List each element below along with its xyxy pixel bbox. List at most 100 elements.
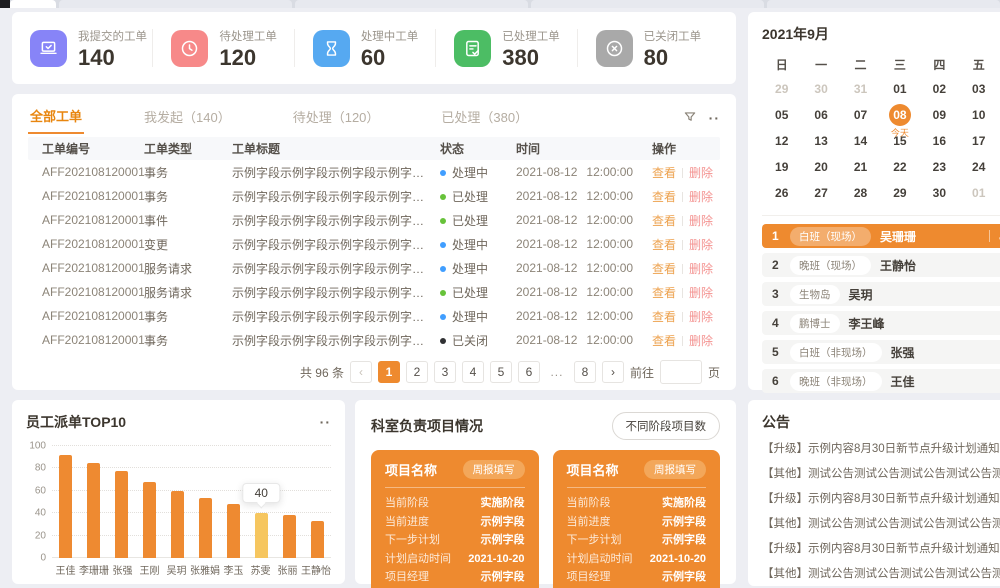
browser-tab[interactable]: [531, 0, 764, 8]
page-button[interactable]: 2: [406, 361, 428, 383]
calendar-day[interactable]: 01: [959, 180, 998, 206]
calendar-day[interactable]: 06: [801, 102, 840, 128]
bar[interactable]: [171, 491, 184, 558]
goto-page-input[interactable]: [660, 360, 702, 384]
shift-row[interactable]: 1白班（现场）吴珊珊: [762, 224, 1000, 248]
more-icon[interactable]: ··: [709, 111, 720, 125]
bar[interactable]: [59, 455, 72, 558]
browser-tab[interactable]: [59, 0, 292, 8]
page-button[interactable]: 8: [574, 361, 596, 383]
next-page-button[interactable]: ›: [602, 361, 624, 383]
view-link[interactable]: 查看: [652, 334, 676, 348]
calendar-day[interactable]: 24: [959, 154, 998, 180]
calendar-day[interactable]: 30: [920, 180, 959, 206]
order-type: 事务: [140, 188, 228, 205]
calendar-day[interactable]: 29: [762, 76, 801, 102]
shift-row[interactable]: 5白班（非现场）张强: [762, 340, 1000, 364]
calendar-day[interactable]: 23: [920, 154, 959, 180]
view-link[interactable]: 查看: [652, 262, 676, 276]
calendar-day[interactable]: 22: [880, 154, 919, 180]
bar[interactable]: [227, 504, 240, 558]
delete-link[interactable]: 删除: [689, 238, 713, 252]
delete-link[interactable]: 删除: [689, 190, 713, 204]
bar[interactable]: [283, 515, 296, 558]
tab-processed[interactable]: 已处理（380）: [439, 103, 530, 133]
announcement-item[interactable]: 【其他】测试公告测试公告测试公告测试公告测试公告: [762, 513, 1000, 536]
calendar-day[interactable]: 17: [959, 128, 998, 154]
view-link[interactable]: 查看: [652, 214, 676, 228]
calendar-day[interactable]: 10: [959, 102, 998, 128]
page-label: 页: [708, 364, 720, 381]
announcement-item[interactable]: 【升级】示例内容8月30日新节点升级计划通知: [762, 538, 1000, 561]
shift-row[interactable]: 6晚班（非现场）王佳: [762, 369, 1000, 393]
page-button[interactable]: 4: [462, 361, 484, 383]
page-ellipsis[interactable]: ...: [546, 361, 568, 383]
browser-tab[interactable]: [767, 0, 1000, 8]
announcement-item[interactable]: 【其他】测试公告测试公告测试公告测试公告测试公告: [762, 463, 1000, 486]
tab-all-orders[interactable]: 全部工单: [28, 102, 84, 134]
more-icon[interactable]: ··: [320, 415, 331, 429]
browser-tab[interactable]: [0, 0, 10, 8]
calendar-day[interactable]: 14: [841, 128, 880, 154]
view-link[interactable]: 查看: [652, 310, 676, 324]
prev-page-button[interactable]: ‹: [350, 361, 372, 383]
shift-name: 吴珊珊: [880, 228, 916, 245]
bar[interactable]: [87, 463, 100, 558]
browser-tab[interactable]: [295, 0, 528, 8]
tab-pending[interactable]: 待处理（120）: [291, 103, 382, 133]
shift-row[interactable]: 3生物岛吴玥: [762, 282, 1000, 306]
page-button[interactable]: 6: [518, 361, 540, 383]
stage-count-button[interactable]: 不同阶段项目数: [612, 412, 721, 440]
view-link[interactable]: 查看: [652, 286, 676, 300]
calendar-day[interactable]: 26: [762, 180, 801, 206]
tab-my-initiated[interactable]: 我发起（140）: [142, 103, 233, 133]
page-button[interactable]: 5: [490, 361, 512, 383]
weekly-report-badge[interactable]: 周报填写: [463, 460, 525, 479]
calendar-day[interactable]: 21: [841, 154, 880, 180]
delete-link[interactable]: 删除: [689, 262, 713, 276]
calendar-day[interactable]: 07: [841, 102, 880, 128]
announcement-item[interactable]: 【升级】示例内容8月30日新节点升级计划通知: [762, 438, 1000, 461]
delete-link[interactable]: 删除: [689, 310, 713, 324]
page-button[interactable]: 1: [378, 361, 400, 383]
page-button[interactable]: 3: [434, 361, 456, 383]
delete-link[interactable]: 删除: [689, 286, 713, 300]
shift-row[interactable]: 4鹏博士李王峰: [762, 311, 1000, 335]
calendar-day[interactable]: 12: [762, 128, 801, 154]
calendar-day[interactable]: 20: [801, 154, 840, 180]
view-link[interactable]: 查看: [652, 166, 676, 180]
calendar-day[interactable]: 27: [801, 180, 840, 206]
bar[interactable]: [199, 498, 212, 558]
calendar-day[interactable]: 15: [880, 128, 919, 154]
calendar-day[interactable]: 19: [762, 154, 801, 180]
calendar-day-today[interactable]: 08今天: [880, 102, 919, 128]
bar[interactable]: [115, 471, 128, 558]
calendar-day[interactable]: 01: [880, 76, 919, 102]
browser-tab-active[interactable]: [10, 0, 56, 8]
calendar-day[interactable]: 13: [801, 128, 840, 154]
calendar-day[interactable]: 16: [920, 128, 959, 154]
calendar-day[interactable]: 29: [880, 180, 919, 206]
calendar-day[interactable]: 31: [841, 76, 880, 102]
calendar-day[interactable]: 30: [801, 76, 840, 102]
weekday-label: 二: [841, 52, 880, 76]
calendar-day[interactable]: 05: [762, 102, 801, 128]
calendar-day[interactable]: 09: [920, 102, 959, 128]
delete-link[interactable]: 删除: [689, 334, 713, 348]
bar-column: [164, 446, 192, 558]
weekly-report-badge[interactable]: 周报填写: [644, 460, 706, 479]
announcement-item[interactable]: 【其他】测试公告测试公告测试公告测试公告测试公告: [762, 563, 1000, 586]
view-link[interactable]: 查看: [652, 190, 676, 204]
calendar-day[interactable]: 03: [959, 76, 998, 102]
shift-row[interactable]: 2晚班（现场）王静怡: [762, 253, 1000, 277]
calendar-day[interactable]: 28: [841, 180, 880, 206]
calendar-day[interactable]: 02: [920, 76, 959, 102]
view-link[interactable]: 查看: [652, 238, 676, 252]
announcement-item[interactable]: 【升级】示例内容8月30日新节点升级计划通知: [762, 488, 1000, 511]
delete-link[interactable]: 删除: [689, 214, 713, 228]
delete-link[interactable]: 删除: [689, 166, 713, 180]
filter-icon[interactable]: [683, 110, 697, 127]
bar[interactable]: [311, 521, 324, 558]
bar[interactable]: [143, 482, 156, 558]
bar[interactable]: [255, 513, 268, 558]
